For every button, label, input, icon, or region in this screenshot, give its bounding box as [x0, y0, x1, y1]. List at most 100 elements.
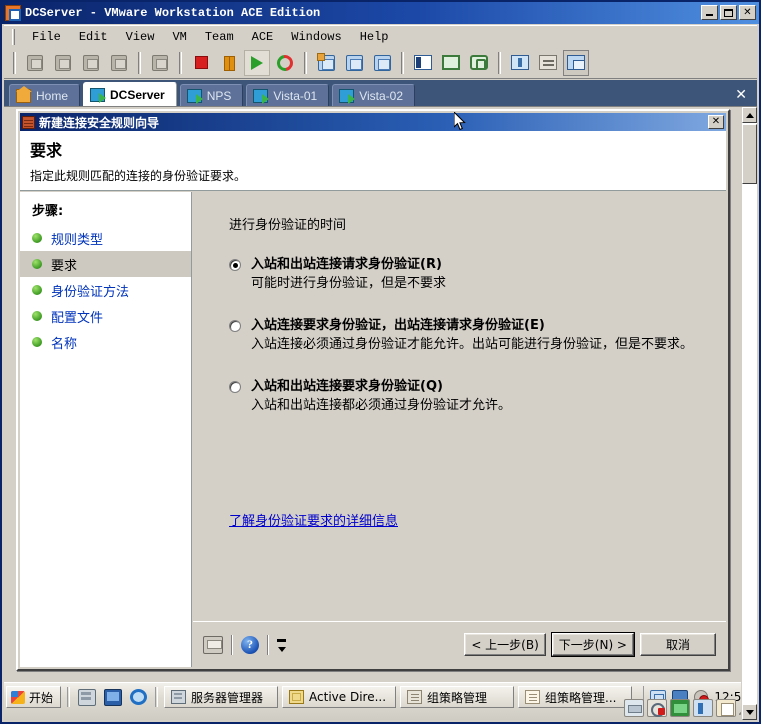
task-label: 组策略管理... — [545, 690, 617, 705]
sidebar-item-profile[interactable]: 配置文件 — [20, 303, 191, 329]
help-icon[interactable]: ? — [241, 635, 259, 654]
radio-button-icon[interactable] — [229, 320, 241, 332]
power-off-button[interactable] — [188, 50, 214, 76]
tab-label: NPS — [206, 88, 232, 103]
radio-button-icon[interactable] — [229, 259, 241, 271]
vmware-status-bar — [624, 698, 753, 718]
reset-button[interactable] — [272, 50, 298, 76]
suspend-button[interactable] — [216, 50, 242, 76]
tab-home[interactable]: Home — [9, 84, 81, 106]
network-adapter-icon[interactable] — [670, 699, 690, 717]
show-desktop-icon[interactable] — [104, 688, 123, 706]
task-label: 服务器管理器 — [191, 690, 264, 705]
radio-label: 入站和出站连接请求身份验证(R) — [251, 257, 442, 272]
quicklaunch-grip[interactable] — [67, 687, 71, 707]
task-label: Active Dire... — [309, 690, 387, 704]
new-virtual-machine-button[interactable] — [22, 50, 48, 76]
window-titlebar[interactable]: DCServer - VMware Workstation ACE Editio… — [2, 2, 759, 24]
floppy-drive-icon[interactable] — [624, 699, 644, 717]
menu-view[interactable]: View — [117, 28, 164, 46]
power-on-snapshot-button[interactable] — [78, 50, 104, 76]
sidebar-item-name[interactable]: 名称 — [20, 329, 191, 355]
usb-device-icon[interactable] — [716, 699, 736, 717]
take-snapshot-icon — [316, 52, 335, 71]
sound-adapter-icon[interactable] — [693, 699, 713, 717]
taskbar-item-server-manager[interactable]: 服务器管理器 — [164, 686, 279, 708]
tasks-grip[interactable] — [155, 687, 159, 707]
menu-help[interactable]: Help — [351, 28, 398, 46]
radio-option-require-inbound-request-outbound[interactable]: 入站连接要求身份验证，出站连接请求身份验证(E) 入站连接必须通过身份验证才能允… — [229, 318, 706, 353]
summary-view-button[interactable] — [535, 50, 561, 76]
cd-drive-disconnected-icon[interactable] — [647, 699, 667, 717]
fullscreen-button[interactable] — [438, 50, 464, 76]
radio-description: 入站和出站连接都必须通过身份验证才允许。 — [251, 398, 512, 413]
radio-option-require-inbound-outbound[interactable]: 入站和出站连接要求身份验证(Q) 入站和出站连接都必须通过身份验证才允许。 — [229, 379, 706, 414]
connect-device-button[interactable] — [106, 50, 132, 76]
page-subtitle: 指定此规则匹配的连接的身份验证要求。 — [30, 169, 247, 183]
menu-vm[interactable]: VM — [163, 28, 195, 46]
taskbar-item-active-directory[interactable]: Active Dire... — [282, 686, 397, 708]
back-button[interactable]: < 上一步(B) — [464, 633, 546, 656]
internet-explorer-icon[interactable] — [130, 689, 148, 705]
scroll-up-button[interactable] — [742, 107, 757, 123]
tab-nps[interactable]: NPS — [179, 84, 244, 106]
power-on-button[interactable] — [244, 49, 270, 76]
vm-console-screen[interactable]: 新建连接安全规则向导 ✕ 要求 指定此规则匹配的连接的身份验证要求。 步骤: 规… — [4, 106, 757, 720]
sidebar-item-rule-type[interactable]: 规则类型 — [20, 225, 191, 251]
toolbar-grip[interactable] — [13, 51, 16, 74]
start-button[interactable]: 开始 — [6, 686, 62, 708]
wizard-titlebar[interactable]: 新建连接安全规则向导 ✕ — [20, 113, 726, 131]
radio-button-icon[interactable] — [229, 381, 241, 393]
menu-windows[interactable]: Windows — [282, 28, 350, 46]
wizard-close-button[interactable]: ✕ — [708, 115, 724, 129]
close-tab-button[interactable]: ✕ — [725, 86, 757, 106]
quick-switch-button[interactable] — [466, 50, 492, 76]
group-policy-management-icon — [407, 690, 423, 704]
tab-label: Home — [36, 88, 69, 103]
radio-option-request-inbound-outbound[interactable]: 入站和出站连接请求身份验证(R) 可能时进行身份验证，但是不要求 — [229, 257, 706, 292]
step-bullet-icon — [32, 311, 42, 321]
vm-icon — [253, 88, 270, 104]
print-icon[interactable] — [203, 635, 223, 654]
toolbar-separator-3 — [304, 51, 307, 74]
tab-vista-02[interactable]: Vista-02 — [332, 84, 416, 106]
spinner-icon[interactable] — [277, 636, 286, 654]
take-snapshot-button[interactable] — [313, 50, 339, 76]
menubar-grip[interactable] — [12, 28, 15, 45]
menu-team[interactable]: Team — [196, 28, 243, 46]
taskbar-item-group-policy-editor[interactable]: 组策略管理... — [518, 686, 633, 708]
menu-bar: File Edit View VM Team ACE Windows Help — [4, 25, 757, 47]
server-manager-icon[interactable] — [78, 688, 97, 706]
radio-description: 可能时进行身份验证，但是不要求 — [251, 276, 447, 291]
next-button[interactable]: 下一步(N) > — [550, 632, 636, 657]
sidebar-item-requirements[interactable]: 要求 — [20, 251, 191, 277]
guest-taskbar: 开始 服务器管理器 Active Dire... 组策略管理 组策略管理... … — [4, 682, 757, 720]
footer-buttons: < 上一步(B) 下一步(N) > 取消 — [464, 632, 716, 657]
new-team-button[interactable] — [50, 50, 76, 76]
taskbar-item-group-policy-management[interactable]: 组策略管理 — [400, 686, 515, 708]
sidebar-item-authentication-method[interactable]: 身份验证方法 — [20, 277, 191, 303]
new-team-icon — [55, 54, 71, 71]
wizard-steps-sidebar: 步骤: 规则类型 要求 身份验证方法 配置文件 名称 — [20, 192, 192, 667]
scroll-down-button[interactable] — [742, 704, 757, 720]
cancel-button[interactable]: 取消 — [640, 633, 716, 656]
footer-separator-2 — [267, 634, 269, 655]
menu-file[interactable]: File — [23, 28, 70, 46]
tab-vista-01[interactable]: Vista-01 — [246, 84, 330, 106]
revert-snapshot-icon — [345, 54, 363, 71]
learn-more-link[interactable]: 了解身份验证要求的详细信息 — [229, 510, 398, 529]
close-button[interactable]: ✕ — [739, 5, 756, 20]
console-view-button[interactable] — [563, 49, 589, 76]
edit-vm-settings-button[interactable] — [147, 50, 173, 76]
preferences-button[interactable] — [507, 50, 533, 76]
vm-vertical-scrollbar[interactable] — [741, 107, 757, 720]
maximize-button[interactable] — [720, 5, 737, 20]
minimize-button[interactable] — [701, 5, 718, 20]
show-sidebar-button[interactable] — [410, 50, 436, 76]
menu-edit[interactable]: Edit — [70, 28, 117, 46]
scrollbar-thumb[interactable] — [742, 124, 757, 184]
menu-ace[interactable]: ACE — [243, 28, 283, 46]
revert-snapshot-button[interactable] — [341, 50, 367, 76]
tab-dcserver[interactable]: DCServer — [83, 82, 177, 106]
snapshot-manager-button[interactable] — [369, 50, 395, 76]
